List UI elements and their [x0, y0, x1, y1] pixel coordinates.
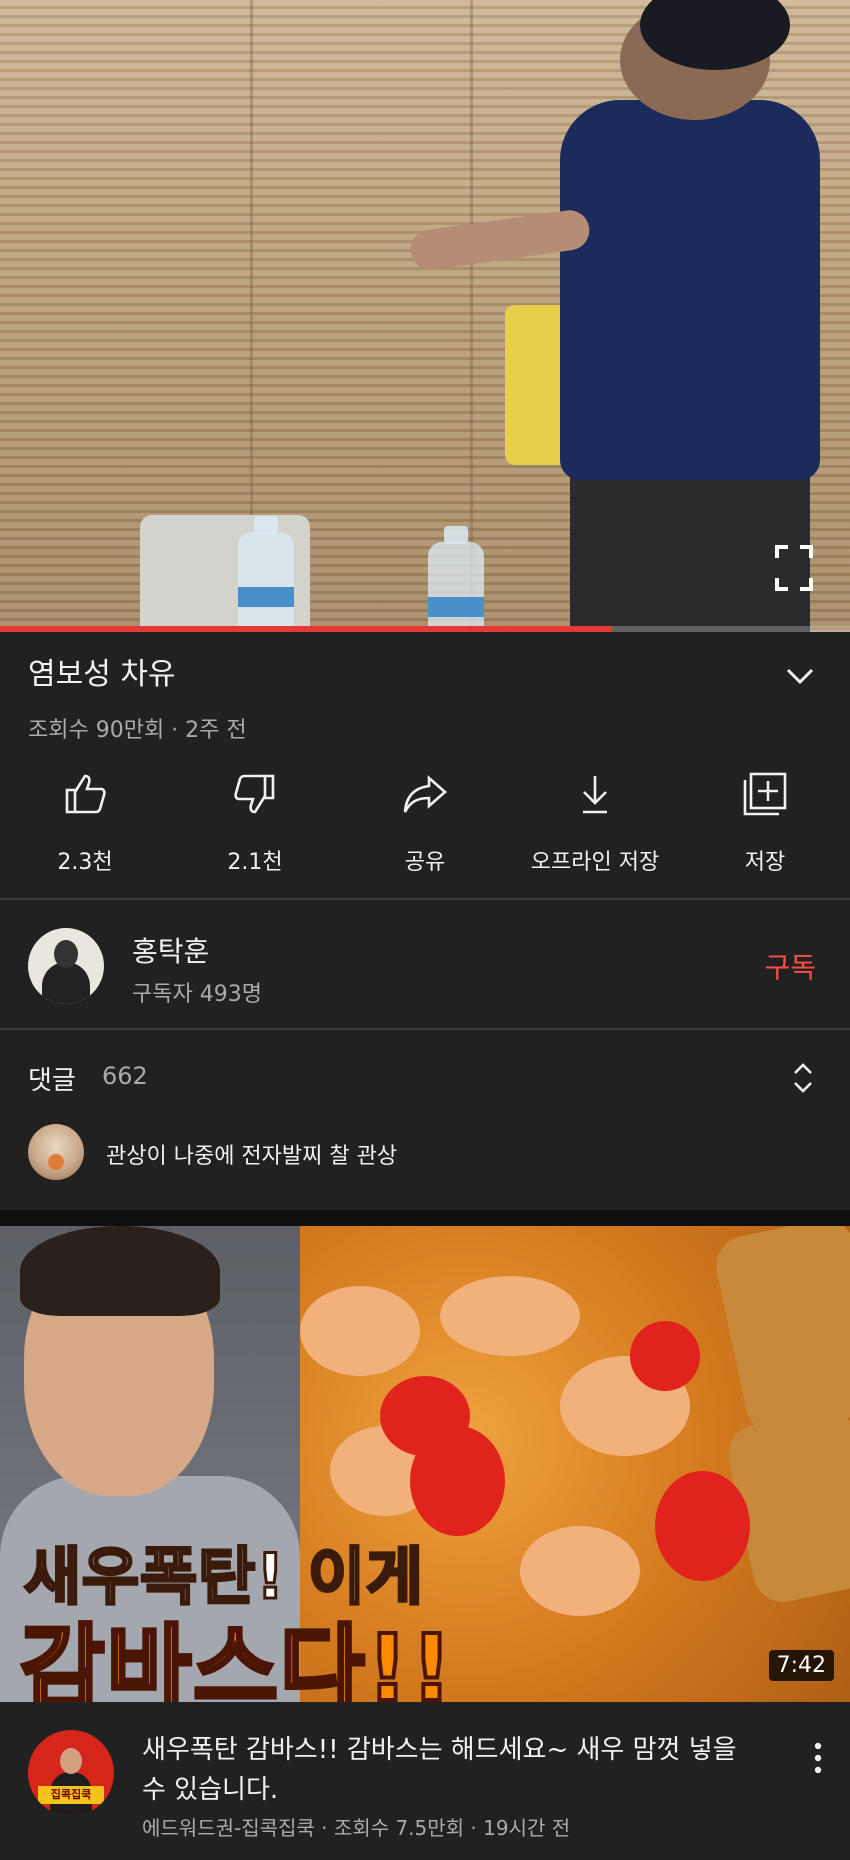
recommended-meta: 에드워드권-집콕집쿡 · 조회수 7.5만회 · 19시간 전 — [142, 1816, 571, 1840]
video-player[interactable] — [0, 0, 850, 632]
shrimp — [440, 1276, 580, 1356]
blind-cord — [470, 0, 473, 632]
video-meta: 조회수 90만회 · 2주 전 — [28, 718, 247, 743]
like-button[interactable]: 2.3천 — [0, 770, 170, 890]
thumbs-down-icon — [234, 774, 275, 814]
share-icon — [403, 775, 447, 813]
channel-avatar[interactable] — [28, 928, 104, 1004]
commenter-avatar[interactable] — [28, 1124, 84, 1180]
recommended-channel-avatar[interactable]: 집콕집쿡 — [28, 1730, 114, 1816]
water-bottle — [238, 516, 294, 632]
dislike-count: 2.1천 — [227, 850, 283, 875]
progress-bar[interactable] — [0, 626, 850, 632]
cherry-tomato — [410, 1426, 505, 1536]
download-icon — [583, 776, 607, 814]
save-button[interactable]: 저장 — [680, 770, 850, 890]
shrimp — [520, 1526, 640, 1616]
download-label: 오프라인 저장 — [530, 850, 660, 875]
duration-badge: 7:42 — [768, 1650, 834, 1681]
recommended-title[interactable]: 새우폭탄 감바스!! 감바스는 해드세요~ 새우 맘껏 넣을 수 있습니다. — [142, 1730, 762, 1810]
save-label: 저장 — [744, 850, 786, 875]
chevron-down-icon[interactable] — [782, 658, 818, 694]
thumbs-up-icon — [65, 774, 106, 814]
divider — [0, 898, 850, 900]
share-label: 공유 — [404, 850, 446, 875]
thumbnail-headline-large: 감바스다!! — [18, 1613, 455, 1702]
fullscreen-icon[interactable] — [774, 544, 814, 592]
dislike-button[interactable]: 2.1천 — [170, 770, 340, 890]
shrimp — [300, 1286, 420, 1376]
channel-badge: 집콕집쿡 — [38, 1786, 104, 1804]
like-count: 2.3천 — [57, 850, 113, 875]
water-bottle — [428, 526, 484, 632]
download-button[interactable]: 오프라인 저장 — [510, 770, 680, 890]
add-to-playlist-icon — [743, 772, 787, 816]
video-title: 염보성 차유 — [28, 657, 176, 692]
subscribe-button[interactable]: 구독 — [764, 946, 816, 986]
share-button[interactable]: 공유 — [340, 770, 510, 890]
action-bar: 2.3천 2.1천 공유 오프라인 저장 저장 — [0, 770, 850, 890]
recommended-thumbnail[interactable]: 새우폭탄! 이게 감바스다!! — [0, 1226, 850, 1702]
top-comment[interactable]: 관상이 나중에 전자발찌 찰 관상 — [106, 1138, 397, 1170]
comments-count: 662 — [102, 1062, 148, 1090]
subscriber-count: 구독자 493명 — [132, 982, 262, 1007]
comments-header[interactable]: 댓글 — [28, 1060, 76, 1097]
progress-fill — [0, 626, 612, 632]
channel-name[interactable]: 홍탁훈 — [132, 930, 209, 970]
cherry-tomato — [655, 1471, 750, 1581]
divider — [0, 1028, 850, 1030]
title-row[interactable]: 염보성 차유 — [28, 652, 818, 698]
cherry-tomato — [630, 1321, 700, 1391]
expand-collapse-icon[interactable] — [788, 1058, 818, 1098]
more-vert-icon[interactable] — [808, 1738, 828, 1778]
section-separator — [0, 1210, 850, 1226]
